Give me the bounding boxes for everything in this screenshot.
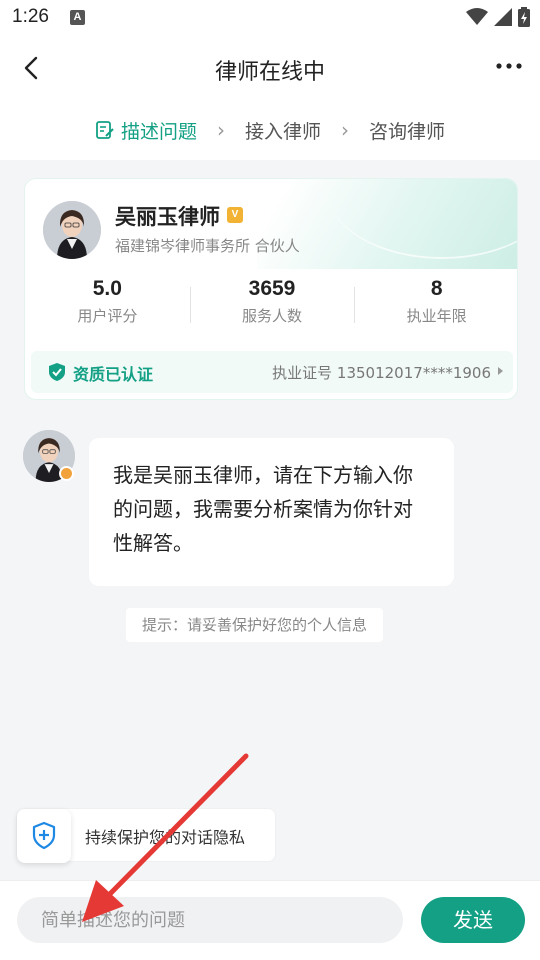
shield-plus-icon	[32, 821, 56, 850]
edit-doc-icon	[96, 121, 114, 139]
stat-label: 用户评分	[77, 307, 138, 325]
stat-value: 5.0	[92, 277, 122, 300]
privacy-text: 持续保护您的对话隐私	[85, 828, 246, 847]
wifi-icon	[466, 8, 488, 25]
caret-right-icon	[498, 367, 503, 375]
privacy-shield-button[interactable]	[17, 809, 71, 863]
step-label: 描述问题	[120, 120, 197, 143]
top-bar: 律师在线中	[0, 36, 540, 100]
stat-label: 服务人数	[242, 307, 303, 325]
lawyer-firm: 福建锦岑律师事务所 合伙人	[115, 237, 300, 255]
chevron-right-icon: ›	[216, 118, 225, 142]
more-menu-button[interactable]	[494, 56, 524, 76]
question-input[interactable]	[17, 897, 403, 943]
step-label: 咨询律师	[369, 120, 446, 143]
progress-steps: 描述问题 › 接入律师 › 咨询律师	[0, 100, 540, 160]
step-describe-question: 描述问题	[95, 117, 197, 144]
lawyer-avatar[interactable]	[43, 201, 101, 259]
stat-rating: 5.0 用户评分	[25, 277, 190, 337]
system-icons	[466, 7, 530, 27]
certification-label: 资质已认证	[73, 365, 154, 384]
send-button[interactable]: 发送	[421, 897, 525, 943]
status-time: 1:26	[12, 6, 49, 27]
lawyer-stats: 5.0 用户评分 3659 服务人数 8 执业年限	[25, 277, 517, 337]
stat-value: 8	[430, 277, 443, 300]
verified-dot-icon	[59, 466, 74, 481]
certification-bar[interactable]: 资质已认证 执业证号 135012017****1906	[31, 351, 513, 393]
lawyer-card[interactable]: 吴丽玉律师 V 福建锦岑律师事务所 合伙人 5.0 用户评分 3659 服务人数…	[24, 178, 518, 400]
chat-message-bubble: 我是吴丽玉律师，请在下方输入你的问题，我需要分析案情为你针对性解答。	[89, 438, 454, 586]
stat-served: 3659 服务人数	[189, 277, 355, 337]
privacy-tip: 提示：请妥善保护好您的个人信息	[126, 608, 384, 642]
license-number: 执业证号 135012017****1906	[272, 364, 491, 382]
signal-icon	[494, 8, 512, 26]
input-bar: 发送	[0, 880, 540, 960]
verified-shield-icon	[49, 363, 65, 381]
stat-value: 3659	[248, 277, 296, 300]
step-label: 接入律师	[244, 120, 321, 143]
app-notification-icon: A	[70, 10, 85, 25]
verified-badge-icon: V	[227, 207, 243, 223]
page-title: 律师在线中	[214, 60, 325, 85]
privacy-banner[interactable]: 持续保护您的对话隐私	[16, 808, 276, 863]
step-connect-lawyer: 接入律师	[245, 117, 321, 144]
step-consult-lawyer: 咨询律师	[369, 117, 445, 144]
stat-years: 8 执业年限	[354, 277, 517, 337]
lawyer-name: 吴丽玉律师	[115, 205, 220, 229]
battery-charging-icon	[518, 7, 530, 27]
chevron-right-icon: ›	[341, 118, 349, 142]
stat-label: 执业年限	[406, 307, 467, 325]
status-bar: 1:26 A	[0, 0, 540, 36]
